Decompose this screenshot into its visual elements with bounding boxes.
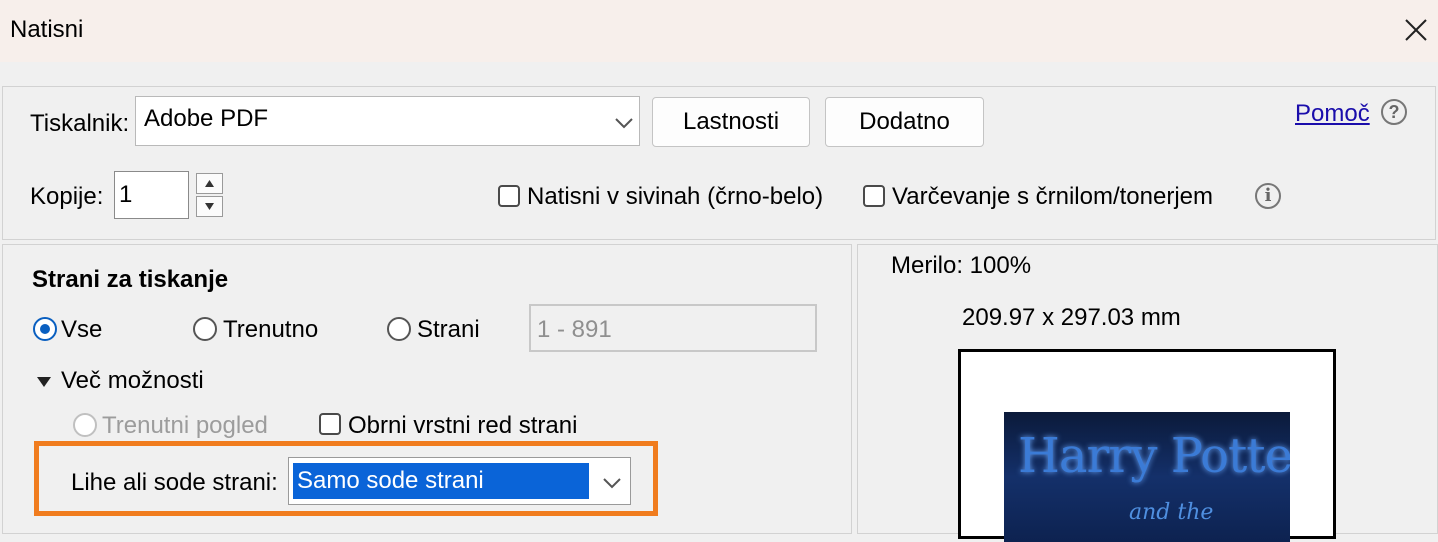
- save-ink-label: Varčevanje s črnilom/tonerjem: [892, 183, 1214, 210]
- grayscale-checkbox[interactable]: [498, 185, 520, 207]
- copies-increment-button[interactable]: [196, 173, 223, 194]
- help-link[interactable]: Pomoč: [1295, 100, 1370, 128]
- chevron-down-icon: [603, 478, 621, 489]
- radio-current-page[interactable]: [193, 317, 217, 341]
- page-range-placeholder: 1 - 891: [537, 316, 612, 343]
- printer-select[interactable]: Adobe PDF: [135, 96, 640, 146]
- info-circle-icon[interactable]: i: [1255, 183, 1281, 209]
- printer-select-value: Adobe PDF: [144, 105, 269, 132]
- page-range-input[interactable]: 1 - 891: [529, 304, 817, 352]
- radio-current-view[interactable]: [73, 413, 97, 437]
- chevron-down-icon: [615, 118, 633, 129]
- reverse-order-checkbox[interactable]: [319, 413, 341, 435]
- arrow-up-icon: [205, 180, 214, 187]
- radio-page-range[interactable]: [387, 317, 411, 341]
- properties-button-label: Lastnosti: [682, 108, 780, 135]
- copies-spinner: [196, 173, 223, 217]
- current-view-label: Trenutni pogled: [102, 412, 268, 439]
- cover-subtitle: and the: [1129, 500, 1214, 525]
- arrow-down-icon: [205, 203, 214, 210]
- copies-label: Kopije:: [30, 183, 104, 210]
- odd-even-select[interactable]: Samo sode strani: [288, 457, 631, 505]
- properties-button[interactable]: Lastnosti: [652, 97, 810, 147]
- title-bar: Natisni: [0, 0, 1438, 62]
- close-icon: [1405, 19, 1427, 41]
- odd-even-select-value: Samo sode strani: [293, 463, 589, 499]
- printer-label: Tiskalnik:: [30, 110, 130, 137]
- advanced-button[interactable]: Dodatno: [825, 97, 984, 147]
- preview-page: Harry Potter and the: [958, 349, 1336, 542]
- more-options-toggle[interactable]: Več možnosti: [36, 366, 216, 396]
- close-button[interactable]: [1398, 10, 1434, 50]
- save-ink-checkbox[interactable]: [863, 185, 885, 207]
- grayscale-label: Natisni v sivinah (črno-belo): [527, 183, 824, 210]
- more-options-label: Več možnosti: [61, 367, 204, 394]
- radio-all-label: Vse: [61, 316, 103, 343]
- odd-even-label: Lihe ali sode strani:: [71, 469, 278, 496]
- copies-input[interactable]: [114, 171, 189, 219]
- reverse-order-label: Obrni vrstni red strani: [348, 412, 578, 439]
- radio-all-pages[interactable]: [33, 317, 57, 341]
- advanced-button-label: Dodatno: [859, 108, 950, 135]
- radio-pages-label: Strani: [417, 316, 480, 343]
- pages-section-title: Strani za tiskanje: [32, 266, 229, 293]
- triangle-down-icon: [37, 377, 51, 387]
- preview-scale: Merilo: 100%: [891, 252, 1032, 279]
- window-title: Natisni: [10, 16, 84, 43]
- preview-page-size: 209.97 x 297.03 mm: [962, 304, 1181, 331]
- cover-title: Harry Potter: [1018, 428, 1290, 484]
- copies-decrement-button[interactable]: [196, 196, 223, 217]
- radio-current-label: Trenutno: [223, 316, 319, 343]
- question-circle-icon[interactable]: ?: [1381, 99, 1407, 125]
- preview-cover-image: Harry Potter and the: [1004, 412, 1290, 542]
